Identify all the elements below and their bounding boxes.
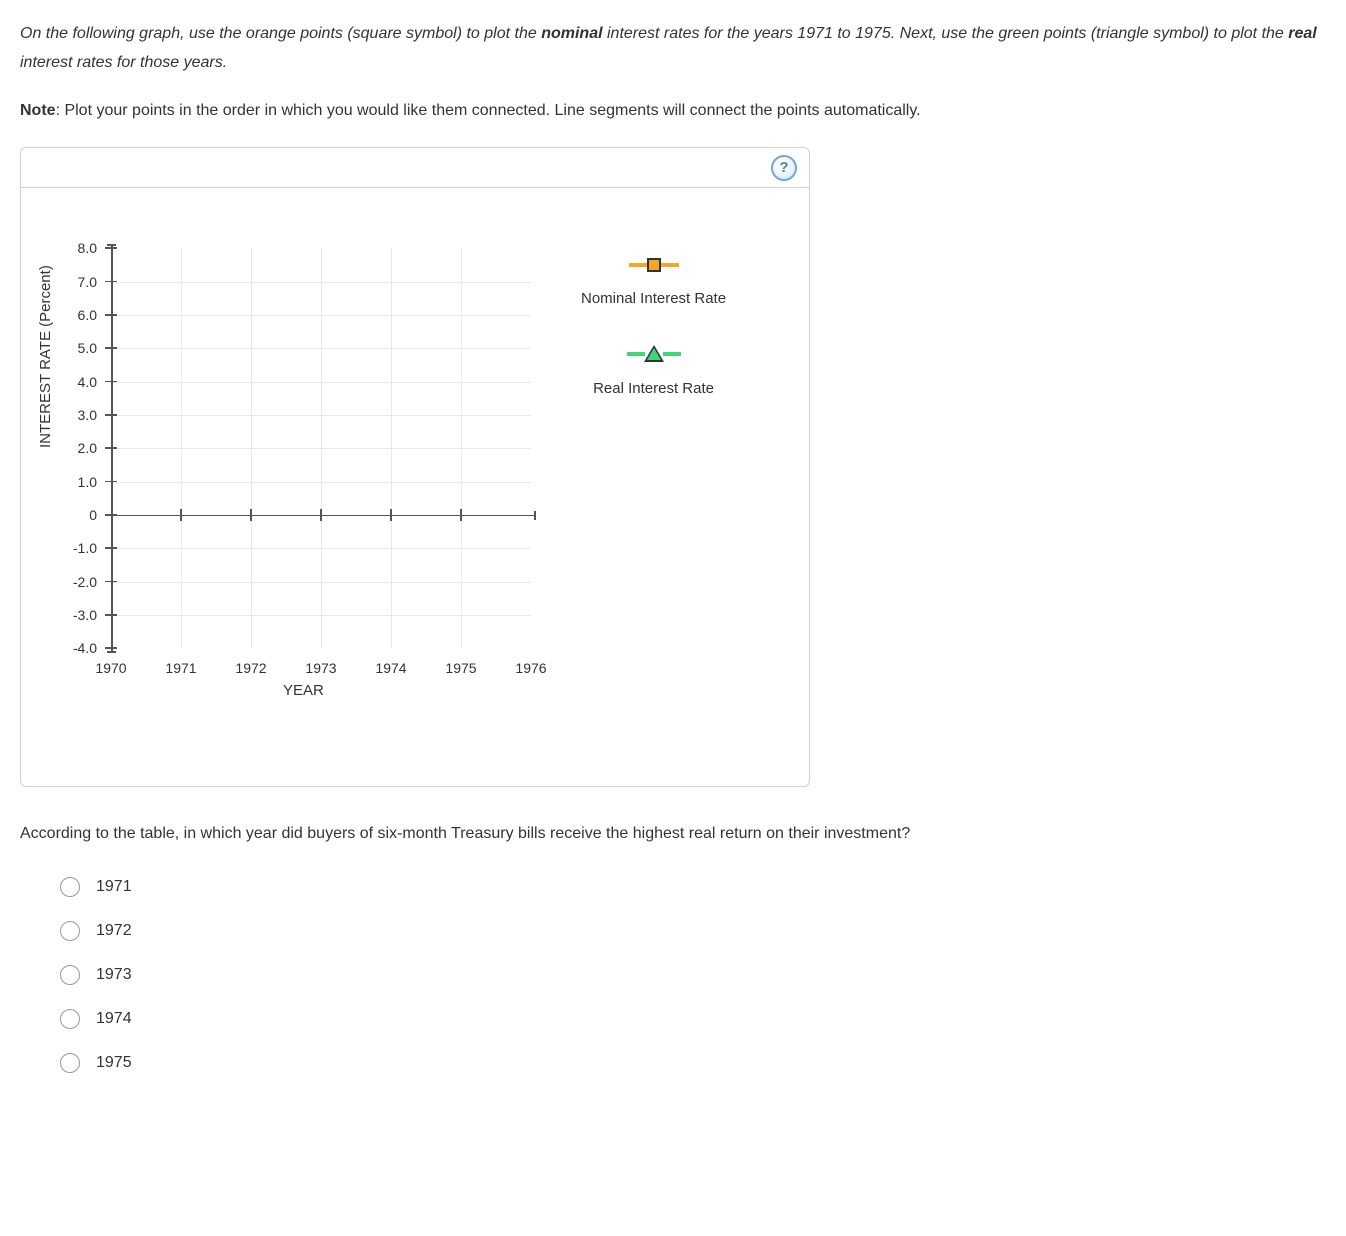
option-label: 1974 [96, 1010, 132, 1028]
note-body: : Plot your points in the order in which… [56, 102, 921, 119]
answer-options: 1971 1972 1973 1974 1975 [20, 877, 1326, 1073]
x-tick-label: 1970 [95, 660, 126, 676]
radio-icon [60, 921, 80, 941]
instructions-text: On the following graph, use the orange p… [20, 20, 1326, 78]
x-tick-label: 1975 [445, 660, 476, 676]
legend-real-label: Real Interest Rate [593, 380, 714, 397]
y-tick-label: -4.0 [73, 640, 97, 656]
y-tick-label: -2.0 [73, 574, 97, 590]
y-tick-label: 2.0 [78, 440, 97, 456]
option-1973[interactable]: 1973 [60, 965, 1326, 985]
option-1975[interactable]: 1975 [60, 1053, 1326, 1073]
y-tick-label: -3.0 [73, 607, 97, 623]
radio-icon [60, 877, 80, 897]
radio-icon [60, 1053, 80, 1073]
note-label: Note [20, 102, 56, 119]
legend-real[interactable]: Real Interest Rate [581, 345, 726, 397]
help-icon: ? [779, 159, 788, 176]
note-text: Note: Plot your points in the order in w… [20, 98, 1326, 124]
chart-panel: ? 1970 1971 1972 1973 1974 1975 1976 8.0 7.0 6.0 5… [20, 147, 810, 787]
y-tick-label: 1.0 [78, 474, 97, 490]
x-axis-title: YEAR [283, 682, 324, 699]
y-tick-label: 6.0 [78, 307, 97, 323]
y-tick-label: 5.0 [78, 340, 97, 356]
x-tick-label: 1976 [515, 660, 546, 676]
x-tick-label: 1971 [165, 660, 196, 676]
plot-area[interactable]: 19701971197219731974197519768.07.06.05.0… [111, 248, 531, 648]
instr-part2: interest rates for the years 1971 to 197… [603, 25, 1289, 42]
square-marker-icon [629, 258, 679, 272]
chart-body: 1970 1971 1972 1973 1974 1975 1976 8.0 7.0 6.0 5.0… [21, 188, 809, 786]
y-tick-label: 3.0 [78, 407, 97, 423]
instr-bold2: real [1288, 25, 1316, 42]
option-1974[interactable]: 1974 [60, 1009, 1326, 1029]
instr-part1: On the following graph, use the orange p… [20, 25, 541, 42]
chart-legend: Nominal Interest Rate Real Interest Rate [581, 258, 726, 435]
x-tick-label: 1972 [235, 660, 266, 676]
y-tick-label: 0 [89, 507, 97, 523]
y-tick-label: 8.0 [78, 240, 97, 256]
triangle-marker-icon [627, 345, 681, 362]
x-tick-label: 1973 [305, 660, 336, 676]
instr-part3: interest rates for those years. [20, 54, 227, 71]
y-tick-label: -1.0 [73, 540, 97, 556]
y-tick-label: 7.0 [78, 274, 97, 290]
radio-icon [60, 1009, 80, 1029]
legend-nominal[interactable]: Nominal Interest Rate [581, 258, 726, 307]
option-1972[interactable]: 1972 [60, 921, 1326, 941]
question-text: According to the table, in which year di… [20, 821, 1326, 847]
instr-bold1: nominal [541, 25, 602, 42]
radio-icon [60, 965, 80, 985]
option-label: 1972 [96, 922, 132, 940]
help-button[interactable]: ? [771, 155, 797, 181]
option-1971[interactable]: 1971 [60, 877, 1326, 897]
option-label: 1975 [96, 1054, 132, 1072]
y-tick-label: 4.0 [78, 374, 97, 390]
legend-nominal-label: Nominal Interest Rate [581, 290, 726, 307]
option-label: 1973 [96, 966, 132, 984]
y-axis-title: INTEREST RATE (Percent) [37, 265, 54, 448]
x-tick-label: 1974 [375, 660, 406, 676]
chart-toolbar: ? [21, 148, 809, 188]
option-label: 1971 [96, 878, 132, 896]
